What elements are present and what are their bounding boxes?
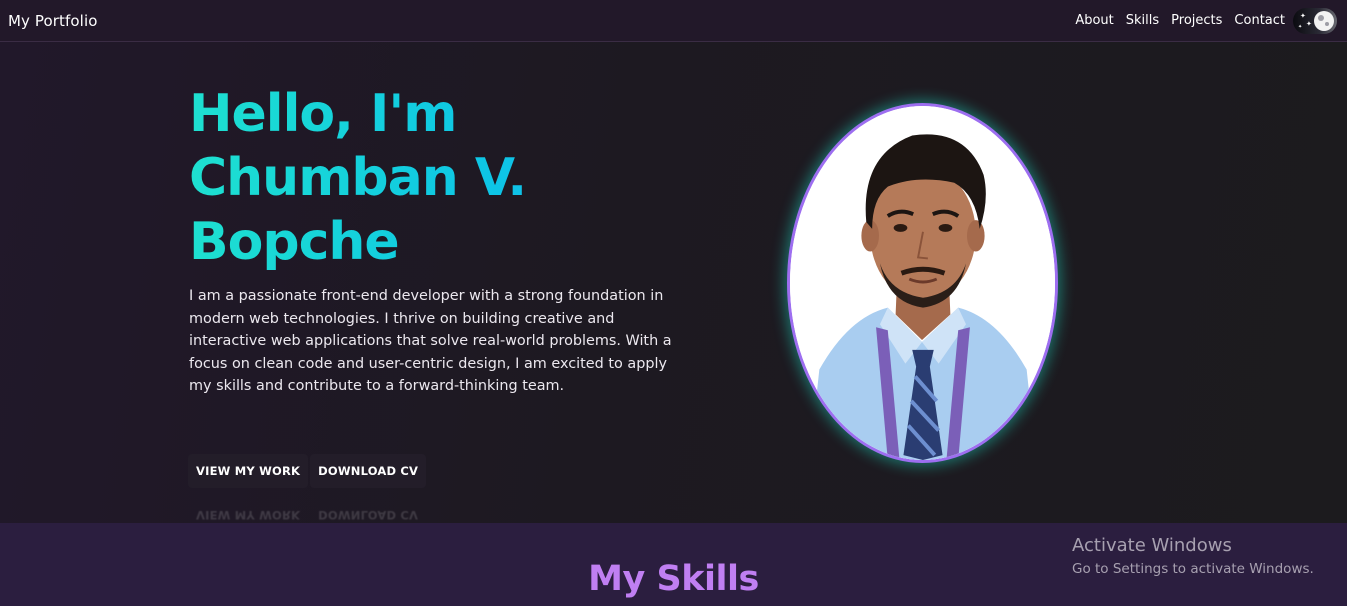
download-cv-button[interactable]: DOWNLOAD CV — [310, 454, 427, 488]
nav-link-skills[interactable]: Skills — [1126, 13, 1159, 28]
hero-title: Hello, I'm Chumban V. Bopche — [189, 82, 749, 274]
profile-photo-illustration — [790, 106, 1055, 460]
nav-links: About Skills Projects Contact ✦ ✦ ✦ — [1075, 7, 1339, 34]
watermark-title: Activate Windows — [1072, 535, 1232, 556]
star-icon: ✦ — [1306, 19, 1312, 28]
hero-title-line: Hello, I'm — [189, 84, 457, 144]
activate-windows-watermark: Activate Windows Go to Settings to activ… — [1072, 535, 1314, 579]
hero-buttons: VIEW MY WORK DOWNLOAD CV — [188, 454, 427, 488]
moon-icon — [1314, 10, 1334, 31]
brand-logo[interactable]: My Portfolio — [8, 12, 98, 30]
theme-toggle[interactable]: ✦ ✦ ✦ — [1293, 7, 1337, 34]
nav-link-about[interactable]: About — [1075, 13, 1113, 28]
profile-photo — [787, 103, 1058, 463]
star-icon: ✦ — [1298, 23, 1303, 30]
hero-title-line: Chumban V. — [189, 148, 527, 208]
hero-description: I am a passionate front-end developer wi… — [189, 288, 672, 395]
nav-link-contact[interactable]: Contact — [1234, 13, 1285, 28]
hero-title-line: Bopche — [189, 212, 399, 272]
hero-section: Hello, I'm Chumban V. Bopche I am a pass… — [0, 42, 1347, 523]
star-icon: ✦ — [1300, 11, 1306, 20]
navbar: My Portfolio About Skills Projects Conta… — [0, 0, 1347, 42]
watermark-subtitle: Go to Settings to activate Windows. — [1072, 561, 1314, 577]
nav-link-projects[interactable]: Projects — [1171, 13, 1222, 28]
view-my-work-button[interactable]: VIEW MY WORK — [188, 454, 309, 488]
